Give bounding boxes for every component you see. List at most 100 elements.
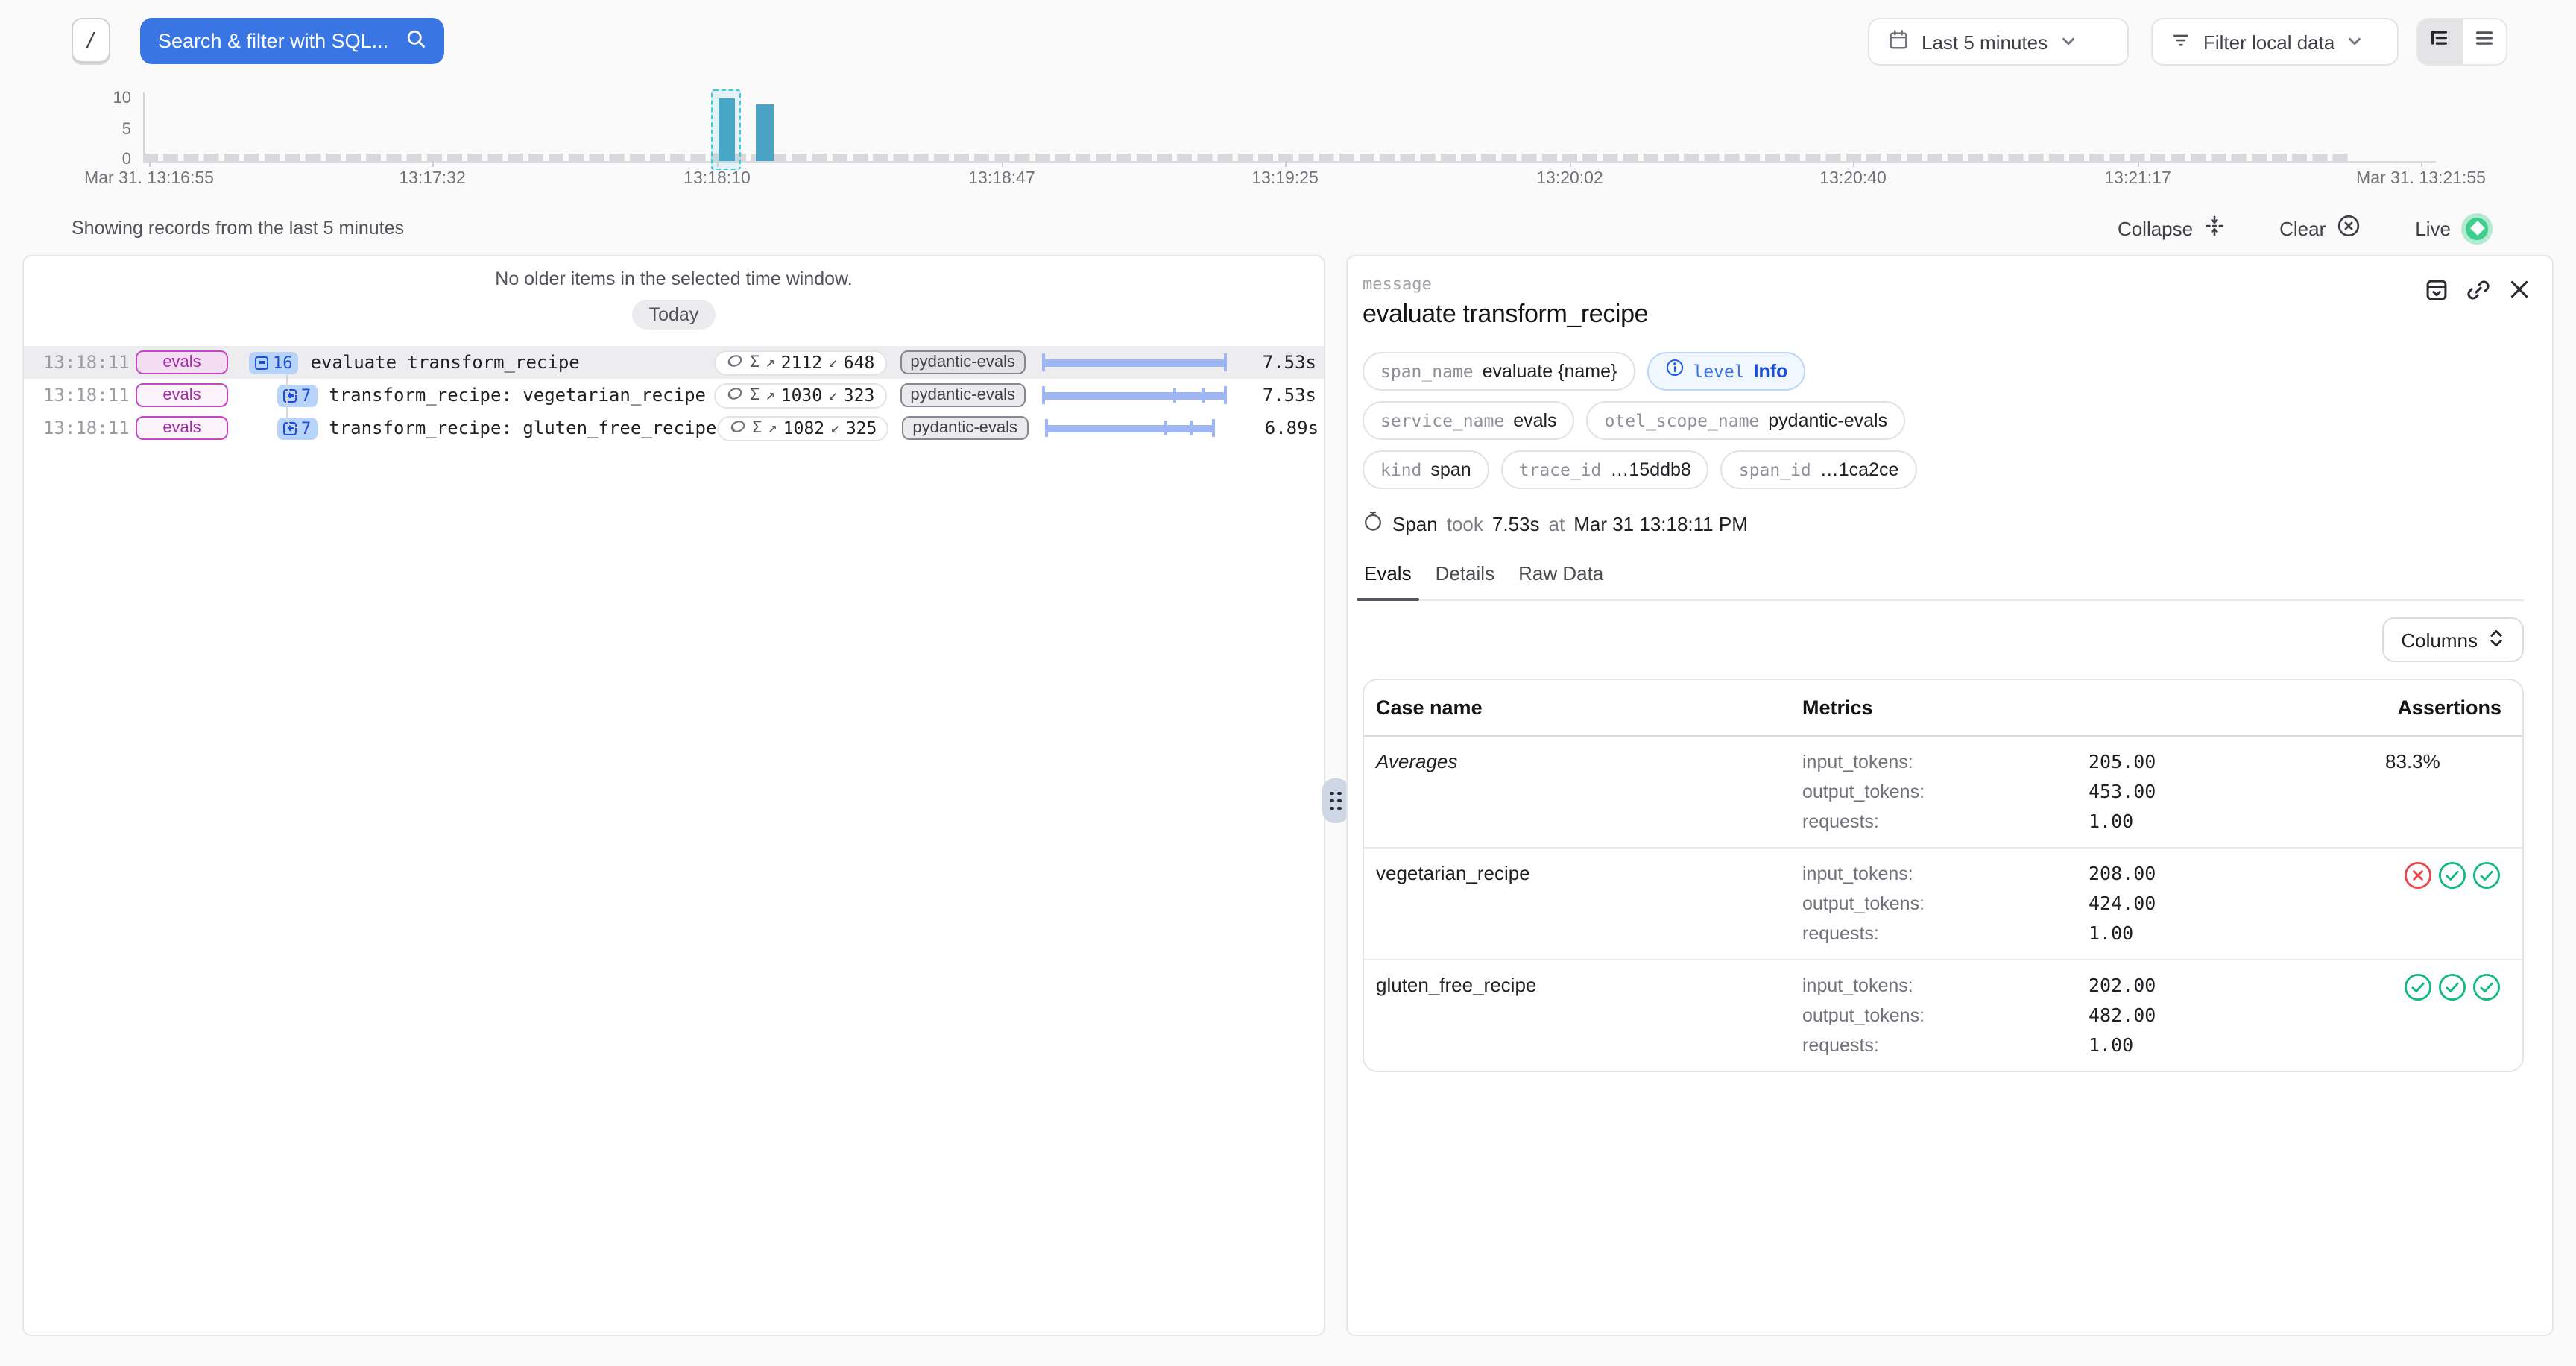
assertion-pass-icon — [2437, 972, 2467, 1010]
filter-local-data-button[interactable]: Filter local data — [2151, 18, 2399, 66]
scope-badge[interactable]: pydantic-evals — [902, 416, 1028, 440]
clear-circle-x-icon — [2336, 213, 2361, 243]
trace-row[interactable]: 13:18:11 evals 7 transform_recipe: veget… — [24, 379, 1324, 412]
app-root: / Search & filter with SQL... Last 5 min… — [0, 0, 2576, 1366]
scope-badge[interactable]: pydantic-evals — [900, 350, 1026, 374]
list-view-toggle[interactable] — [2462, 19, 2506, 64]
service-badge[interactable]: evals — [136, 383, 228, 407]
metric-labels: input_tokens: output_tokens: requests: — [1802, 971, 2089, 1060]
x-tick — [1002, 161, 1003, 167]
y-tick-label: 10 — [86, 89, 131, 107]
service-badge[interactable]: evals — [136, 416, 228, 440]
panel-resize-handle[interactable] — [1322, 778, 1349, 823]
collapse-vertical-icon — [2203, 215, 2226, 242]
trace-rows: 13:18:11 evals 16 evaluate transform_rec… — [24, 346, 1324, 444]
collapse-label: Collapse — [2118, 217, 2193, 239]
coin-icon — [726, 384, 744, 406]
trace-row[interactable]: 13:18:11 evals 16 evaluate transform_rec… — [24, 346, 1324, 379]
span-count-badge[interactable]: 16 — [249, 351, 299, 374]
scope-badge[interactable]: pydantic-evals — [900, 383, 1026, 407]
clear-button[interactable]: Clear — [2279, 213, 2361, 243]
coin-icon — [728, 417, 746, 439]
service-badge[interactable]: evals — [136, 350, 228, 374]
tag-key: service_name — [1380, 410, 1504, 431]
records-histogram[interactable]: 10 5 0 Mar 31. 13:16:55 13:17:32 13:18:1… — [0, 84, 2576, 203]
trace-message: transform_recipe: vegetarian_recipe — [329, 385, 706, 406]
tag-key: otel_scope_name — [1605, 410, 1760, 431]
arrow-down-left-icon: ↙ — [830, 419, 840, 437]
trace-message: transform_recipe: gluten_free_recipe — [329, 418, 716, 438]
trace-row[interactable]: 13:18:11 evals 7 transform_recipe: glute… — [24, 412, 1324, 444]
copy-link-icon[interactable] — [2466, 277, 2491, 310]
empty-window-notice: No older items in the selected time wind… — [24, 268, 1324, 289]
assertion-pass-icon — [2472, 972, 2501, 1010]
columns-button[interactable]: Columns — [2381, 617, 2524, 662]
list-icon — [2473, 27, 2496, 57]
columns-label: Columns — [2401, 629, 2478, 651]
assertion-fail-icon — [2403, 860, 2433, 898]
histogram-bar[interactable] — [756, 104, 774, 161]
tag-row: kind span trace_id …15ddb8 span_id …1ca2… — [1363, 450, 2524, 489]
span-title: evaluate transform_recipe — [1363, 300, 2524, 330]
tree-view-toggle[interactable] — [2418, 19, 2462, 64]
live-indicator-icon[interactable] — [2461, 213, 2493, 244]
otel-scope-tag[interactable]: otel_scope_name pydantic-evals — [1587, 401, 1906, 440]
tag-value: pydantic-evals — [1768, 410, 1887, 431]
clear-label: Clear — [2279, 217, 2326, 239]
view-mode-toggle — [2416, 18, 2507, 66]
span-duration-value: 7.53s — [1492, 512, 1540, 535]
collapse-button[interactable]: Collapse — [2118, 215, 2226, 242]
empty-buckets-dashes — [143, 154, 2351, 161]
y-axis-line — [143, 92, 145, 161]
span-id-tag[interactable]: span_id …1ca2ce — [1721, 450, 1917, 489]
header-case-name: Case name — [1376, 696, 1802, 719]
tab-details[interactable]: Details — [1436, 562, 1495, 585]
duration-text: 7.53s — [1230, 352, 1316, 373]
level-tag[interactable]: level Info — [1647, 352, 1805, 391]
evals-table-row[interactable]: gluten_free_recipe input_tokens: output_… — [1364, 959, 2522, 1071]
y-tick-label: 5 — [86, 121, 131, 139]
service-name-tag[interactable]: service_name evals — [1363, 401, 1575, 440]
trace-id-tag[interactable]: trace_id …15ddb8 — [1501, 450, 1709, 489]
close-icon[interactable] — [2507, 277, 2531, 310]
detail-tabs: Evals Details Raw Data — [1363, 562, 2524, 601]
case-name: gluten_free_recipe — [1376, 971, 1802, 1001]
duration-bar — [1042, 386, 1227, 404]
live-toggle[interactable]: Live — [2415, 213, 2493, 244]
time-range-button[interactable]: Last 5 minutes — [1868, 18, 2129, 66]
metric-values: 208.00 424.00 1.00 — [2089, 859, 2385, 948]
case-name: Averages — [1376, 747, 1802, 777]
span-count: 16 — [273, 353, 293, 372]
at-word: at — [1549, 512, 1565, 535]
search-button[interactable]: Search & filter with SQL... — [140, 18, 444, 64]
x-tick — [1570, 161, 1571, 167]
evals-table-header: Case name Metrics Assertions — [1364, 680, 2522, 737]
x-tick-label: 13:18:47 — [968, 170, 1035, 188]
sort-chevrons-icon — [2488, 627, 2504, 652]
span-duration-line: Span took 7.53s at Mar 31 13:18:11 PM — [1363, 510, 2524, 537]
span-word: Span — [1392, 512, 1438, 535]
evals-table-row[interactable]: vegetarian_recipe input_tokens: output_t… — [1364, 847, 2522, 959]
tab-evals[interactable]: Evals — [1364, 562, 1412, 585]
sigma-icon: Σ — [750, 386, 760, 404]
kind-tag[interactable]: kind span — [1363, 450, 1489, 489]
span-count: 7 — [301, 418, 311, 438]
dock-panel-icon[interactable] — [2424, 277, 2449, 310]
filter-icon — [2171, 29, 2191, 54]
date-chip: Today — [633, 300, 716, 330]
x-tick — [717, 161, 719, 167]
header-assertions: Assertions — [2397, 696, 2501, 719]
evals-table-row[interactable]: Averages input_tokens: output_tokens: re… — [1364, 737, 2522, 847]
tag-value: Info — [1754, 361, 1788, 382]
search-button-label: Search & filter with SQL... — [158, 30, 405, 52]
time-selection-brush[interactable] — [711, 89, 741, 170]
token-usage-pill: Σ ↗ 2112 ↙ 648 — [714, 350, 886, 375]
span-name-tag[interactable]: span_name evaluate {name} — [1363, 352, 1635, 391]
header-metrics: Metrics — [1802, 696, 2089, 719]
tab-raw-data[interactable]: Raw Data — [1518, 562, 1603, 585]
duration-bar — [1042, 353, 1227, 371]
tag-value: …1ca2ce — [1820, 459, 1899, 480]
x-tick-label: 13:20:02 — [1536, 170, 1603, 188]
record-kind-label: message — [1363, 274, 2524, 294]
stopwatch-icon — [1363, 510, 1383, 537]
